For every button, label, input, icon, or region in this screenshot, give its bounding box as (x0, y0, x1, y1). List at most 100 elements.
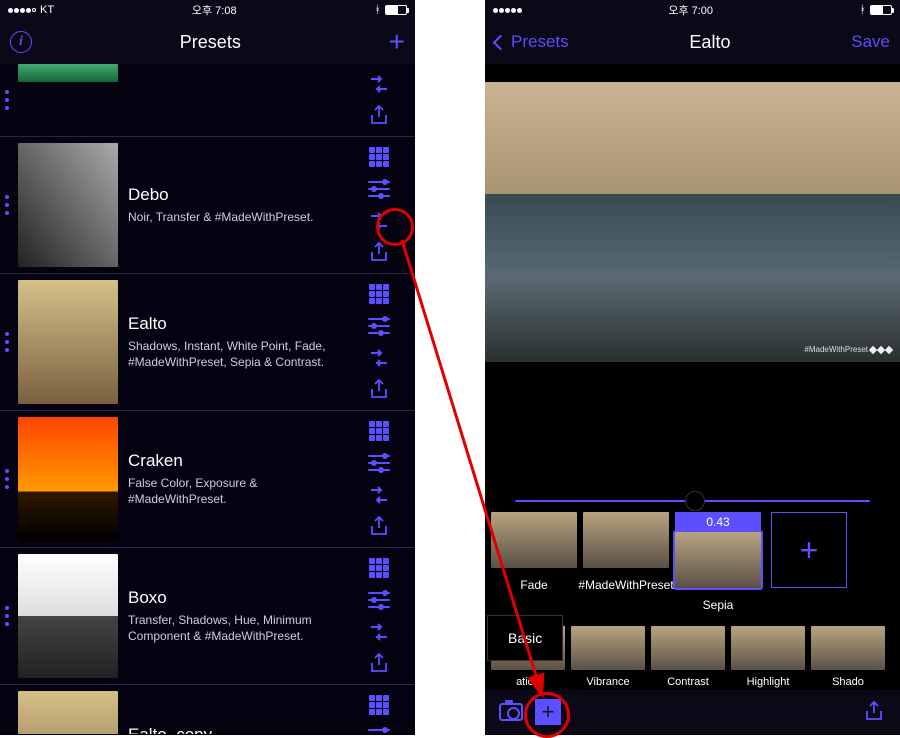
table-row[interactable]: DeboNoir, Transfer & #MadeWithPreset. (0, 137, 415, 274)
filter-label: Highlight (731, 674, 805, 690)
table-row[interactable] (0, 64, 415, 137)
preset-description: Noir, Transfer & #MadeWithPreset. (128, 209, 335, 225)
preset-title: Ealto (128, 314, 335, 334)
battery-icon (870, 5, 892, 15)
filter-label: Fade (491, 572, 577, 600)
preset-title: Ealto_copy (128, 725, 335, 734)
drag-handle-icon[interactable] (0, 274, 14, 410)
add-button[interactable]: + (535, 699, 561, 725)
add-filter-button[interactable]: + (771, 512, 847, 588)
page-title: Ealto (689, 32, 730, 53)
preset-thumbnail (18, 691, 118, 734)
share-icon[interactable] (367, 652, 391, 676)
phone-preset-editor: 오후 7:00 ᚼ Presets Ealto Save #MadeWithPr… (485, 0, 900, 735)
applied-filters-row[interactable]: Fade#MadeWithPreset 0.43 Sepia + (485, 506, 900, 620)
preset-thumbnail (18, 417, 118, 541)
info-button[interactable]: i (10, 31, 32, 53)
filter-item[interactable]: Vibrance (571, 626, 645, 690)
share-icon[interactable] (367, 241, 391, 265)
table-row[interactable]: Boxo Transfer, Shadows, Hue, Minimum Comp… (0, 548, 415, 685)
arrows-icon[interactable] (367, 620, 391, 644)
status-bar: KT 오후 7:08 ᚼ (0, 0, 415, 20)
camera-icon[interactable] (499, 703, 523, 721)
phone-presets-list: KT 오후 7:08 ᚼ i Presets + DeboNoir, Trans… (0, 0, 415, 735)
filter-label: Vibrance (571, 674, 645, 690)
drag-handle-icon[interactable] (0, 64, 14, 136)
intensity-slider[interactable] (485, 490, 900, 506)
sliders-icon[interactable] (367, 177, 391, 201)
sliders-icon[interactable] (367, 725, 391, 734)
filter-item[interactable]: #MadeWithPreset (583, 512, 669, 600)
status-bar: 오후 7:00 ᚼ (485, 0, 900, 20)
sliders-icon[interactable] (367, 314, 391, 338)
bluetooth-icon: ᚼ (859, 4, 866, 16)
preset-description: Shadows, Instant, White Point, Fade, #Ma… (128, 338, 335, 370)
preset-thumbnail (18, 554, 118, 678)
share-icon[interactable] (862, 700, 886, 724)
filter-thumbnail (491, 512, 577, 568)
arrows-icon[interactable] (367, 346, 391, 370)
filter-thumbnail (651, 626, 725, 670)
filter-item[interactable]: Fade (491, 512, 577, 600)
category-popup[interactable]: Basic (487, 615, 563, 661)
share-icon[interactable] (367, 515, 391, 539)
sliders-icon[interactable] (367, 588, 391, 612)
preset-thumbnail (18, 280, 118, 404)
filter-item[interactable]: Shado (811, 626, 885, 690)
back-button[interactable]: Presets (495, 32, 569, 52)
arrows-icon[interactable] (367, 209, 391, 233)
save-button[interactable]: Save (851, 32, 890, 52)
arrows-icon[interactable] (367, 483, 391, 507)
grid-icon[interactable] (367, 419, 391, 443)
grid-icon[interactable] (367, 556, 391, 580)
preset-thumbnail (18, 143, 118, 267)
nav-bar: Presets Ealto Save (485, 20, 900, 64)
filter-label: Shado (811, 674, 885, 690)
filter-item[interactable]: Highlight (731, 626, 805, 690)
image-preview[interactable]: #MadeWithPreset (485, 82, 900, 362)
add-preset-button[interactable]: + (389, 28, 405, 56)
bottom-toolbar: + (485, 690, 900, 734)
clock: 오후 7:00 (668, 2, 713, 18)
grid-icon[interactable] (367, 693, 391, 717)
signal-icon (8, 8, 36, 13)
table-row[interactable]: Craken False Color, Exposure & #MadeWithP… (0, 411, 415, 548)
drag-handle-icon[interactable] (0, 137, 14, 273)
filter-label: Sepia (675, 592, 761, 620)
back-label: Presets (511, 32, 569, 52)
signal-icon (493, 8, 522, 13)
filter-thumbnail (571, 626, 645, 670)
filter-item[interactable]: 0.43 Sepia (675, 512, 761, 620)
filter-value: 0.43 (675, 512, 761, 532)
drag-handle-icon[interactable] (0, 685, 14, 734)
clock: 오후 7:08 (192, 2, 237, 18)
filter-thumbnail (731, 626, 805, 670)
preset-title: Boxo (128, 588, 335, 608)
watermark: #MadeWithPreset (804, 345, 892, 354)
table-row[interactable]: Ealto Shadows, Instant, White Point, Fade… (0, 274, 415, 411)
plus-icon: + (800, 534, 819, 566)
share-icon[interactable] (367, 104, 391, 128)
sliders-icon[interactable] (367, 451, 391, 475)
filter-thumbnail (811, 626, 885, 670)
filter-label: #MadeWithPreset (583, 572, 669, 600)
preset-description: False Color, Exposure & #MadeWithPreset. (128, 475, 335, 507)
preset-thumbnail (18, 64, 118, 82)
battery-icon (385, 5, 407, 15)
filter-item[interactable]: Contrast (651, 626, 725, 690)
filter-label: Contrast (651, 674, 725, 690)
chevron-left-icon (493, 34, 509, 50)
preset-description: Transfer, Shadows, Hue, Minimum Componen… (128, 612, 335, 644)
filter-label: ation (491, 674, 565, 690)
grid-icon[interactable] (367, 145, 391, 169)
share-icon[interactable] (367, 378, 391, 402)
carrier-label: KT (40, 4, 54, 16)
drag-handle-icon[interactable] (0, 548, 14, 684)
arrows-icon[interactable] (367, 72, 391, 96)
table-row[interactable]: Ealto_copyShadows, Instant, White Point,… (0, 685, 415, 734)
presets-list[interactable]: DeboNoir, Transfer & #MadeWithPreset.Eal… (0, 64, 415, 734)
preset-title: Craken (128, 451, 335, 471)
drag-handle-icon[interactable] (0, 411, 14, 547)
grid-icon[interactable] (367, 282, 391, 306)
filter-thumbnail (675, 532, 761, 588)
